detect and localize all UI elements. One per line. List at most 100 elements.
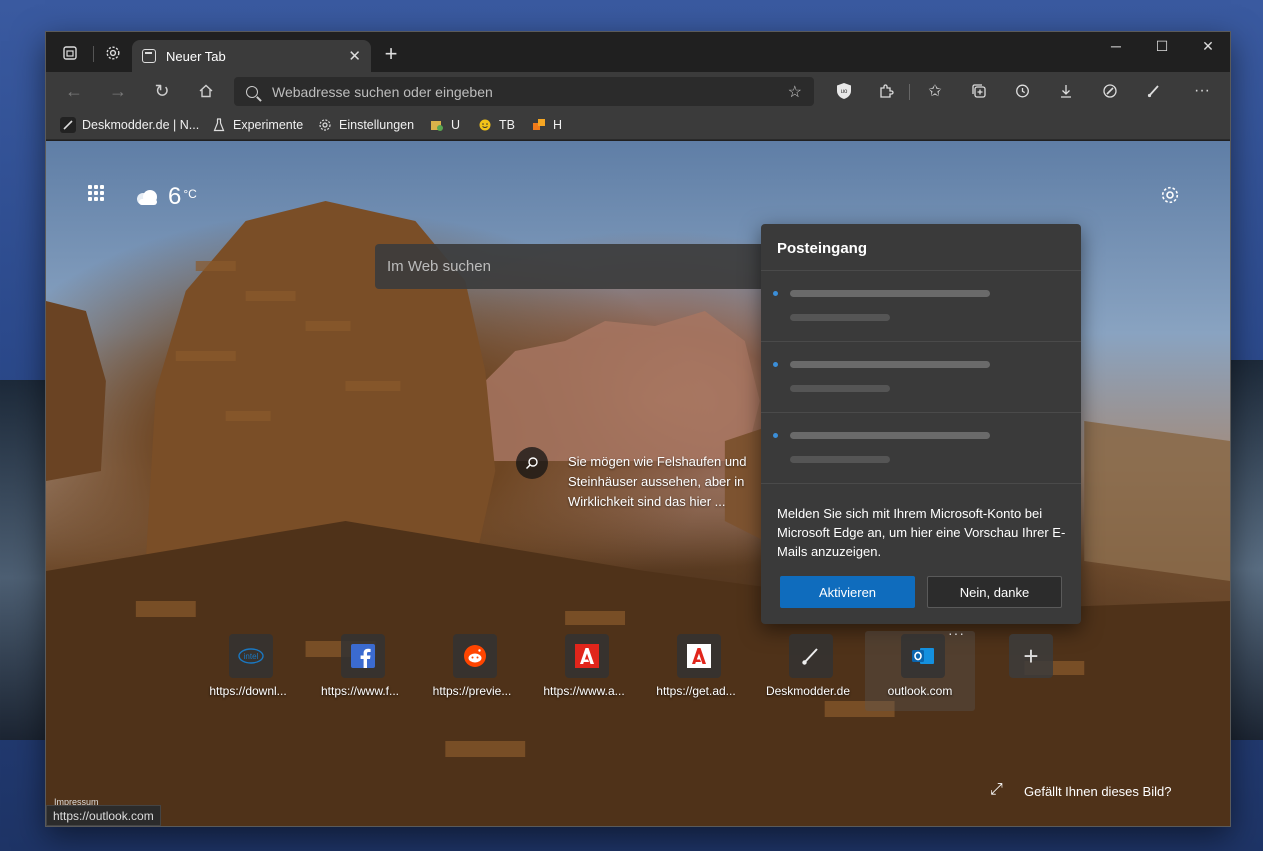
web-search-box[interactable] [375,244,765,289]
folder-u-icon [429,117,445,133]
flask-icon [211,117,227,133]
refresh-icon[interactable]: ↻ [146,77,178,105]
gear-icon [317,117,333,133]
bookmark-deskmodder[interactable]: Deskmodder.de | N... [60,115,199,135]
home-icon[interactable] [190,77,222,105]
navigation-toolbar: ← → ↻ ☆ uo ✩ · [46,72,1230,110]
quick-link-label: https://www.a... [543,684,625,698]
titlebar-separator [93,46,94,62]
back-icon[interactable]: ← [58,77,90,105]
inbox-flyout: Posteingang Melden Sie sich mit Ihrem Mi… [761,224,1081,624]
bookmark-label: TB [499,118,515,132]
panel-divider [761,412,1081,413]
ublock-shield-icon[interactable]: uo [828,77,860,105]
bookmark-label: Deskmodder.de | N... [82,118,200,132]
quick-link-label: outlook.com [887,684,953,698]
bookmark-experimente[interactable]: Experimente [211,115,303,135]
bookmark-label: U [451,118,461,132]
settings-gear-icon[interactable] [99,39,127,67]
tab-title: Neuer Tab [166,48,226,64]
svg-text:uo: uo [841,89,848,95]
new-tab-page: 6 °C Sie mögen wie Felshaufen und Steinh… [46,141,1230,826]
new-tab-button[interactable]: + [378,41,404,67]
address-input[interactable] [272,83,788,100]
extensions-puzzle-icon[interactable] [870,77,902,105]
search-icon [246,85,258,98]
puzzle-h-icon [531,117,547,133]
image-info-search-icon[interactable] [516,447,548,479]
web-capture-icon[interactable] [1094,77,1126,105]
adobe-icon [677,634,721,678]
no-thanks-button[interactable]: Nein, danke [927,576,1062,608]
quick-link-tile[interactable]: intel https://downl... [193,631,303,711]
apps-launcher-icon[interactable] [88,185,110,207]
facebook-icon [341,634,385,678]
close-window-button[interactable]: ✕ [1185,32,1230,60]
weather-widget[interactable]: 6 °C [134,183,197,211]
like-image-link[interactable]: Gefällt Ihnen dieses Bild? [1024,784,1171,799]
brush-icon [60,117,76,133]
bookmark-label: Einstellungen [339,118,415,132]
smiley-icon [477,117,493,133]
skeleton-line [790,456,890,463]
panel-divider [761,483,1081,484]
quick-link-label: https://previe... [432,684,512,698]
brush-extension-icon[interactable] [1138,77,1170,105]
status-bar-url: https://outlook.com [46,805,161,826]
more-menu-icon[interactable]: ··· [1186,77,1218,105]
quick-link-tile[interactable]: https://get.ad... [641,631,751,711]
bookmark-h[interactable]: H [531,115,562,135]
quick-link-label: https://get.ad... [656,684,736,698]
bookmark-tb[interactable]: TB [477,115,515,135]
tab-close-icon[interactable]: ✕ [348,47,361,65]
quick-link-tile[interactable]: https://www.a... [529,631,639,711]
skeleton-line [790,361,990,368]
bookmark-einstellungen[interactable]: Einstellungen [317,115,414,135]
brush-icon [789,634,833,678]
weather-temperature: 6 [168,183,182,210]
skeleton-line [790,290,990,297]
quick-link-tile[interactable]: https://previe... [417,631,527,711]
intel-icon: intel [229,634,273,678]
toolbar-separator [909,84,910,100]
browser-window: Neuer Tab ✕ + ─ ☐ ✕ ← → ↻ ☆ uo ✩ [45,31,1231,827]
unread-dot [773,433,778,438]
skeleton-line [790,432,990,439]
desktop-background-left [0,380,45,740]
maximize-button[interactable]: ☐ [1139,32,1185,60]
adobe-icon [565,634,609,678]
quick-link-label: https://www.f... [320,684,400,698]
tab-page-icon [142,49,156,63]
unread-dot [773,362,778,367]
address-bar[interactable]: ☆ [234,77,814,106]
image-info-text[interactable]: Sie mögen wie Felshaufen und Steinhäuser… [568,452,768,512]
web-search-input[interactable] [387,258,753,275]
bookmark-label: Experimente [233,118,304,132]
quick-link-tile[interactable]: ··· outlook.com [865,625,975,711]
downloads-icon[interactable] [1050,77,1082,105]
unread-dot [773,291,778,296]
tile-more-options-icon[interactable]: ··· [948,625,965,641]
svg-text:intel: intel [244,652,259,661]
reddit-icon [453,634,497,678]
bookmark-u[interactable]: U [429,115,460,135]
skeleton-line [790,385,890,392]
page-settings-gear-icon[interactable] [1158,183,1182,207]
workspaces-icon[interactable] [56,39,84,67]
forward-icon[interactable]: → [102,77,134,105]
quick-link-label: https://downl... [209,684,287,698]
activate-button[interactable]: Aktivieren [780,576,915,608]
add-favorite-icon[interactable]: ☆ [788,82,802,102]
quick-link-tile[interactable]: https://www.f... [305,631,415,711]
tab-new-tab[interactable]: Neuer Tab ✕ [132,40,371,72]
collections-icon[interactable] [963,77,995,105]
favorites-bar: Deskmodder.de | N... Experimente Einstel… [46,110,1230,140]
title-bar: Neuer Tab ✕ + ─ ☐ ✕ [46,32,1230,72]
expand-icon[interactable]: ⤢ [990,781,1003,799]
history-icon[interactable] [1006,77,1038,105]
minimize-button[interactable]: ─ [1093,32,1139,60]
desktop-background-right [1230,360,1263,740]
quick-link-tile[interactable]: Deskmodder.de [753,631,863,711]
favorites-icon[interactable]: ✩ [919,77,951,105]
add-quick-link-button[interactable]: + [1009,634,1053,678]
